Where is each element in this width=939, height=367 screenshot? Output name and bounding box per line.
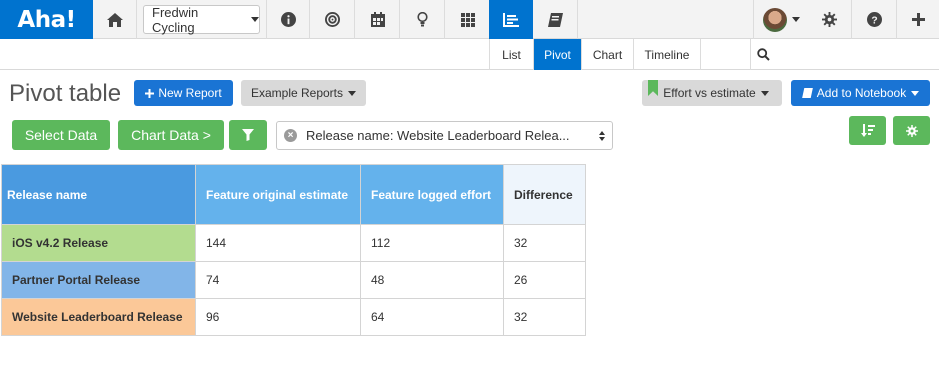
goals-button[interactable] — [311, 0, 355, 39]
header-release-name[interactable]: Release name — [1, 164, 196, 225]
book-icon — [801, 88, 813, 98]
chevron-down-icon — [911, 90, 920, 96]
example-reports-button[interactable]: Example Reports — [241, 80, 366, 106]
table-row: iOS v4.2 Release 144 112 32 — [1, 224, 586, 262]
workspace-selector[interactable]: Fredwin Cycling — [143, 4, 260, 35]
reports-button[interactable] — [489, 0, 533, 39]
chart-data-button[interactable]: Chart Data > — [118, 120, 224, 150]
cell-logged-effort[interactable]: 112 — [360, 224, 504, 262]
example-reports-label: Example Reports — [250, 86, 344, 100]
pivot-table: Release name Feature original estimate F… — [1, 164, 586, 336]
row-release-name[interactable]: iOS v4.2 Release — [1, 224, 196, 262]
calendar-button[interactable] — [356, 0, 400, 39]
sort-button[interactable] — [849, 116, 886, 145]
table-row: Website Leaderboard Release 96 64 32 — [1, 298, 586, 336]
plus-icon — [145, 88, 155, 98]
cell-difference[interactable]: 32 — [503, 298, 586, 336]
help-icon: ? — [867, 12, 882, 27]
filter-select[interactable]: × Release name: Website Leaderboard Rele… — [276, 121, 613, 150]
report-view-tabs: List Pivot Chart Timeline — [0, 39, 939, 70]
cell-original-estimate[interactable]: 96 — [195, 298, 361, 336]
chevron-down-icon — [760, 90, 769, 96]
add-to-notebook-label: Add to Notebook — [816, 86, 907, 100]
chevron-down-icon — [791, 17, 800, 22]
add-button[interactable] — [897, 0, 939, 39]
notebooks-button[interactable] — [534, 0, 578, 39]
ideas-button[interactable] — [401, 0, 445, 39]
cell-original-estimate[interactable]: 144 — [195, 224, 361, 262]
info-button[interactable] — [266, 0, 310, 39]
info-icon — [280, 12, 296, 27]
home-icon — [106, 12, 123, 27]
search-icon — [757, 48, 770, 61]
aha-logo[interactable]: Aha! — [0, 0, 93, 39]
target-icon — [325, 12, 340, 27]
new-report-label: New Report — [158, 86, 222, 100]
cell-logged-effort[interactable]: 64 — [360, 298, 504, 336]
cell-difference[interactable]: 32 — [503, 224, 586, 262]
filter-icon — [242, 129, 254, 141]
gear-icon — [905, 124, 918, 137]
user-menu[interactable] — [753, 0, 808, 39]
top-navigation: Aha! Fredwin Cycling ? — [0, 0, 939, 39]
clear-filter-icon[interactable]: × — [284, 129, 297, 142]
settings-button[interactable] — [808, 0, 852, 39]
header-feature-original-estimate[interactable]: Feature original estimate — [195, 164, 361, 225]
workspace-name: Fredwin Cycling — [152, 4, 199, 35]
avatar — [762, 7, 787, 32]
features-button[interactable] — [446, 0, 490, 39]
select-data-label: Select Data — [24, 127, 98, 143]
add-to-notebook-button[interactable]: Add to Notebook — [791, 80, 930, 106]
select-arrows-icon — [599, 130, 605, 141]
chevron-down-icon — [348, 90, 357, 96]
new-report-button[interactable]: New Report — [134, 80, 233, 106]
help-button[interactable]: ? — [853, 0, 897, 39]
cell-difference[interactable]: 26 — [503, 261, 586, 299]
select-data-button[interactable]: Select Data — [12, 120, 110, 150]
svg-text:?: ? — [871, 15, 877, 26]
filter-button[interactable] — [229, 120, 267, 150]
tab-timeline[interactable]: Timeline — [633, 39, 701, 70]
row-release-name[interactable]: Partner Portal Release — [1, 261, 196, 299]
grid-icon — [460, 12, 475, 27]
saved-view-label: Effort vs estimate — [663, 86, 756, 100]
header-difference[interactable]: Difference — [503, 164, 586, 225]
header-feature-logged-effort[interactable]: Feature logged effort — [360, 164, 504, 225]
cell-logged-effort[interactable]: 48 — [360, 261, 504, 299]
filter-value: Release name: Website Leaderboard Relea.… — [306, 128, 570, 143]
sort-icon — [860, 124, 875, 137]
calendar-icon — [370, 12, 385, 27]
lightbulb-icon — [417, 12, 428, 27]
chevron-down-icon — [251, 17, 259, 22]
book-icon — [548, 12, 563, 27]
plus-icon — [911, 13, 925, 26]
home-button[interactable] — [93, 0, 137, 39]
tab-chart[interactable]: Chart — [581, 39, 633, 70]
cell-original-estimate[interactable]: 74 — [195, 261, 361, 299]
tab-list[interactable]: List — [489, 39, 533, 70]
search-field[interactable] — [750, 39, 939, 70]
page-title: Pivot table — [9, 80, 122, 107]
tab-pivot[interactable]: Pivot — [533, 39, 581, 70]
chart-data-label: Chart Data > — [131, 127, 211, 143]
row-release-name[interactable]: Website Leaderboard Release — [1, 298, 196, 336]
gear-icon — [822, 12, 837, 27]
table-row: Partner Portal Release 74 48 26 — [1, 261, 586, 299]
pivot-settings-button[interactable] — [893, 116, 930, 145]
saved-view-button[interactable]: Effort vs estimate — [642, 80, 782, 106]
reports-icon — [503, 12, 519, 27]
pivot-header-row: Release name Feature original estimate F… — [1, 164, 586, 225]
